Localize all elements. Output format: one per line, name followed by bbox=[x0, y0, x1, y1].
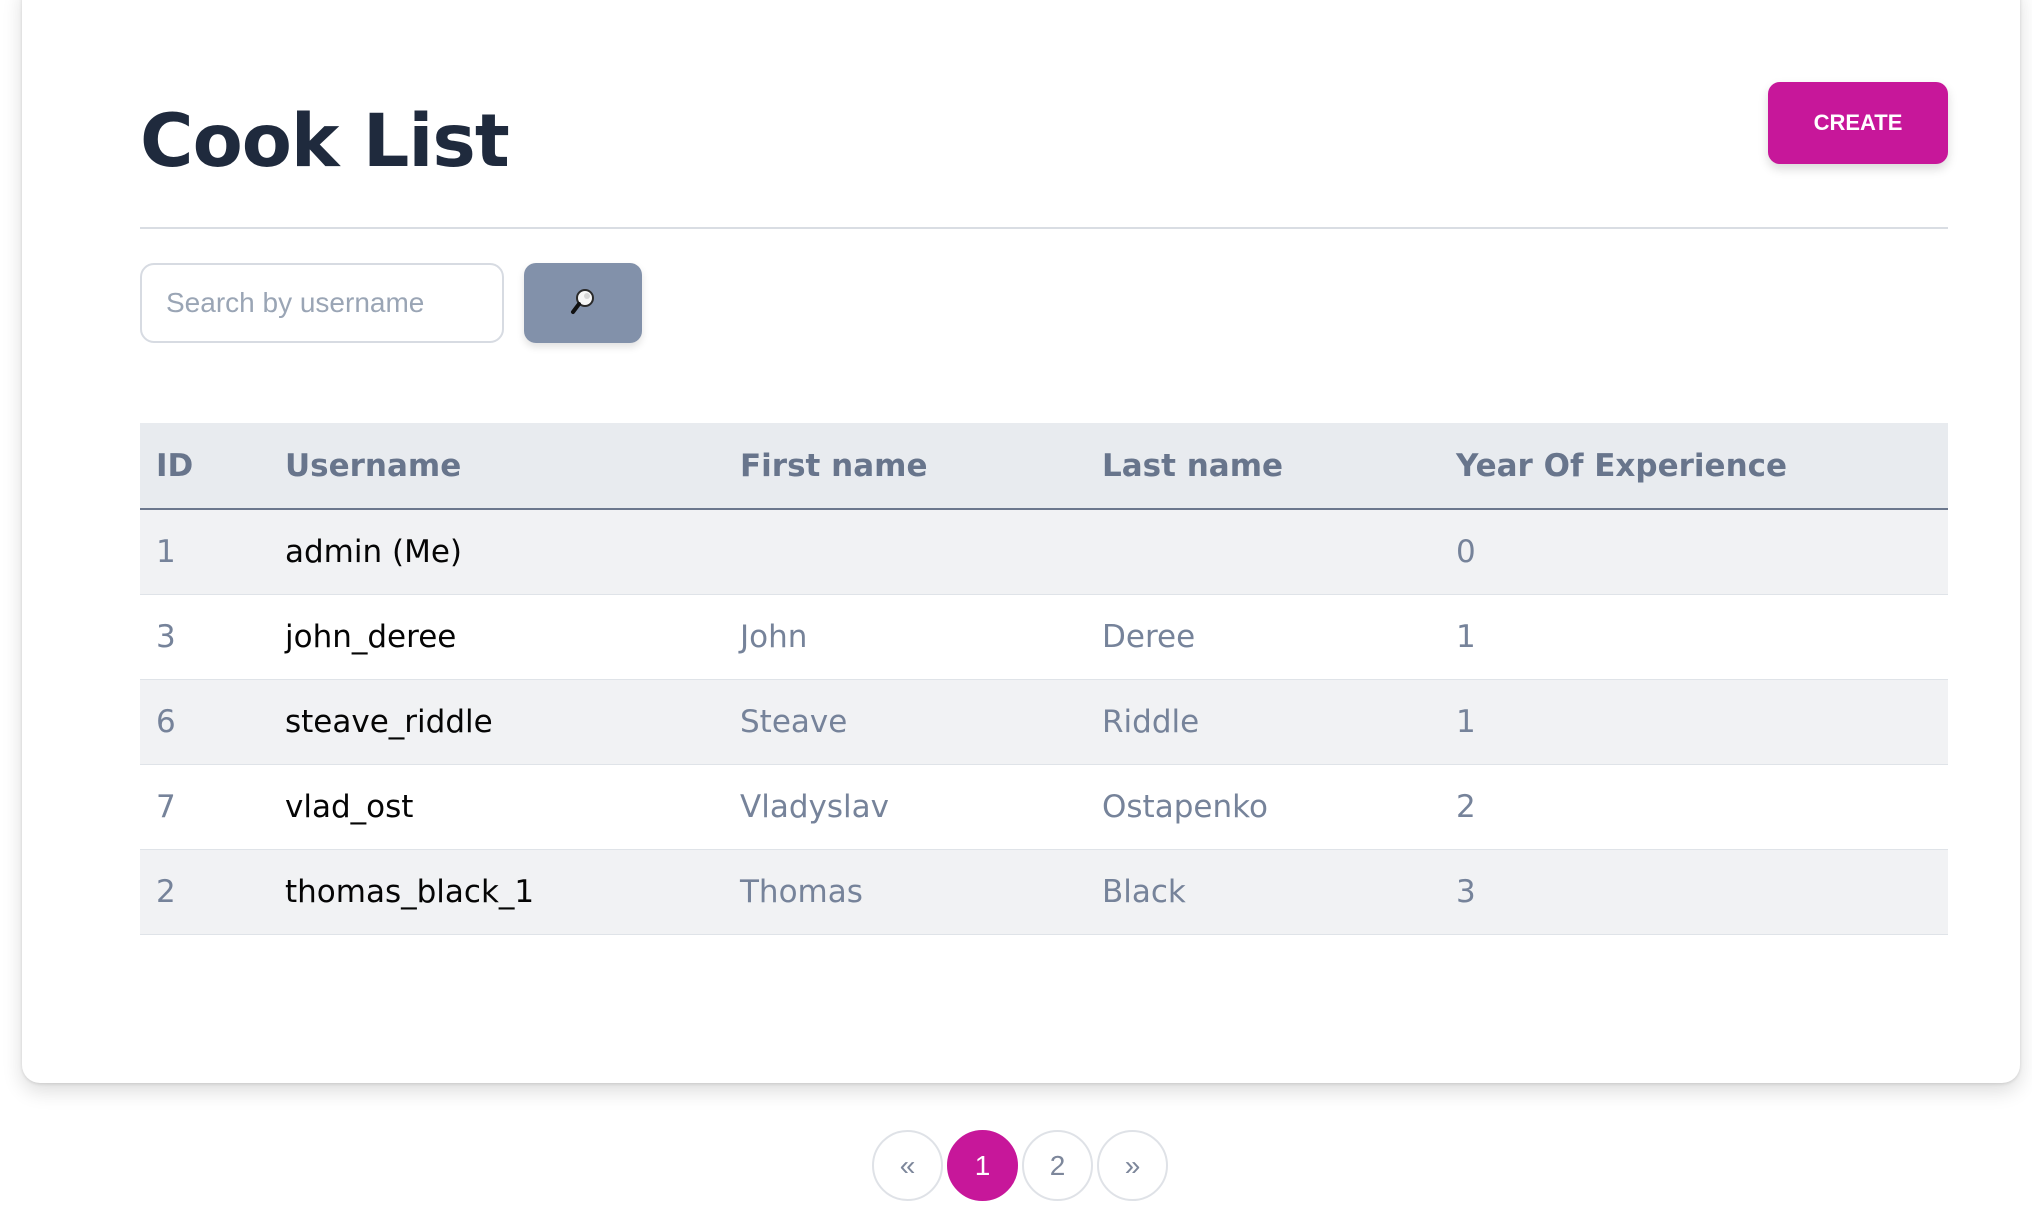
cell-id: 3 bbox=[140, 594, 269, 680]
table-header-row: ID Username First name Last name Year Of… bbox=[140, 423, 1948, 510]
cell-username: steave_riddle bbox=[269, 679, 724, 765]
cell-last-name bbox=[1086, 509, 1440, 595]
column-header-last-name: Last name bbox=[1086, 423, 1440, 510]
page-2-button[interactable]: 2 bbox=[1022, 1130, 1093, 1201]
page-title: Cook List bbox=[140, 99, 510, 184]
cell-first-name: John bbox=[724, 594, 1086, 680]
cell-id: 2 bbox=[140, 849, 269, 935]
cell-years: 2 bbox=[1440, 764, 1948, 850]
cell-first-name: Vladyslav bbox=[724, 764, 1086, 850]
create-button[interactable]: CREATE bbox=[1768, 82, 1948, 164]
previous-page-button[interactable]: « bbox=[872, 1130, 943, 1201]
column-header-first-name: First name bbox=[724, 423, 1086, 510]
cell-id: 1 bbox=[140, 509, 269, 595]
cell-first-name bbox=[724, 509, 1086, 595]
cell-id: 7 bbox=[140, 764, 269, 850]
cell-years: 1 bbox=[1440, 679, 1948, 765]
cell-username: john_deree bbox=[269, 594, 724, 680]
cook-table: ID Username First name Last name Year Of… bbox=[140, 423, 1948, 935]
table-row: 2 thomas_black_1 Thomas Black 3 bbox=[140, 849, 1948, 935]
cell-last-name: Deree bbox=[1086, 594, 1440, 680]
search-input[interactable] bbox=[140, 263, 504, 343]
table-row: 6 steave_riddle Steave Riddle 1 bbox=[140, 679, 1948, 765]
column-header-years: Year Of Experience bbox=[1440, 423, 1948, 510]
header-divider bbox=[140, 227, 1948, 229]
magnifying-glass-icon bbox=[566, 285, 600, 322]
cell-last-name: Riddle bbox=[1086, 679, 1440, 765]
cell-years: 0 bbox=[1440, 509, 1948, 595]
cell-first-name: Steave bbox=[724, 679, 1086, 765]
cell-username: admin (Me) bbox=[269, 509, 724, 595]
next-page-button[interactable]: » bbox=[1097, 1130, 1168, 1201]
cell-last-name: Black bbox=[1086, 849, 1440, 935]
cook-list-card: Cook List CREATE ID Username First name … bbox=[22, 0, 2020, 1083]
table-row: 3 john_deree John Deree 1 bbox=[140, 594, 1948, 680]
cell-username: thomas_black_1 bbox=[269, 849, 724, 935]
cell-years: 1 bbox=[1440, 594, 1948, 680]
cell-username: vlad_ost bbox=[269, 764, 724, 850]
table-row: 7 vlad_ost Vladyslav Ostapenko 2 bbox=[140, 764, 1948, 850]
page-1-button[interactable]: 1 bbox=[947, 1130, 1018, 1201]
column-header-username: Username bbox=[269, 423, 724, 510]
cell-id: 6 bbox=[140, 679, 269, 765]
pagination: « 1 2 » bbox=[872, 1130, 1168, 1201]
column-header-id: ID bbox=[140, 423, 269, 510]
search-button[interactable] bbox=[524, 263, 642, 343]
table-row: 1 admin (Me) 0 bbox=[140, 509, 1948, 595]
cell-first-name: Thomas bbox=[724, 849, 1086, 935]
cell-last-name: Ostapenko bbox=[1086, 764, 1440, 850]
cell-years: 3 bbox=[1440, 849, 1948, 935]
